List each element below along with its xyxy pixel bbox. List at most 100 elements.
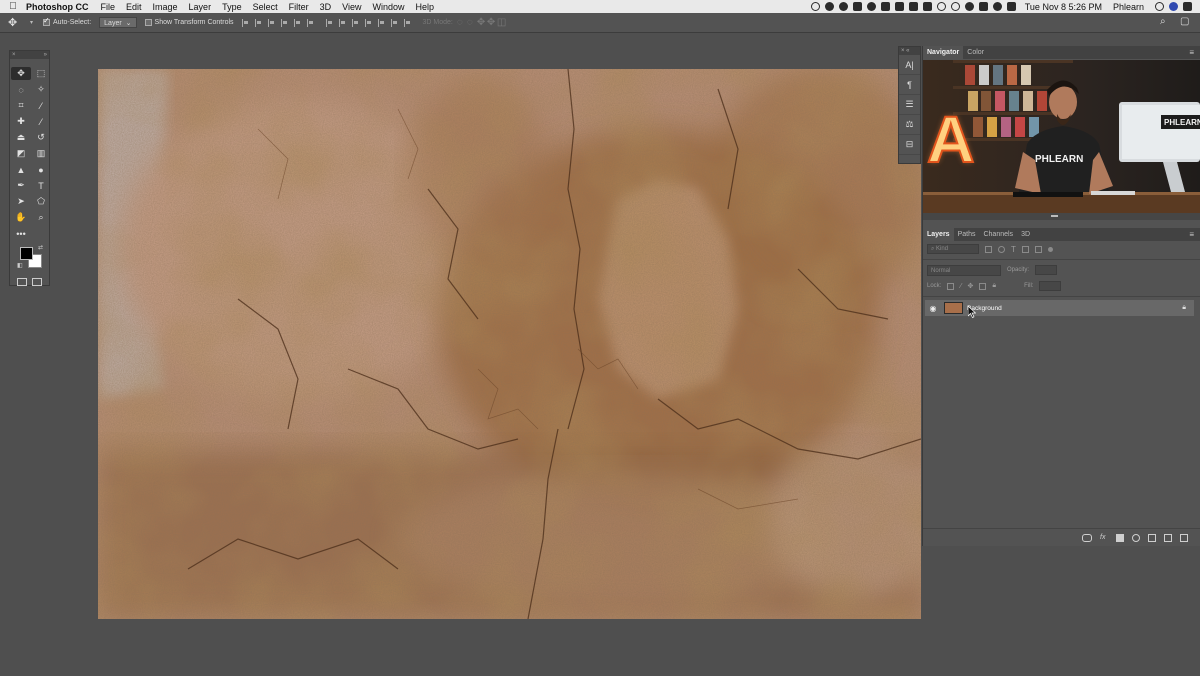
magic-wand-tool-icon[interactable]: ✧	[31, 83, 51, 96]
pen-tool-icon[interactable]: ✒	[11, 179, 31, 192]
layer-style-icon[interactable]: fx	[1100, 534, 1108, 542]
search-icon[interactable]: ⌕	[1160, 17, 1170, 27]
dropbox-icon[interactable]	[852, 2, 862, 11]
layer-lock-icon[interactable]: 🔒︎	[1182, 304, 1186, 312]
new-group-icon[interactable]	[1148, 533, 1156, 542]
crop-tool-icon[interactable]: ⌗	[11, 99, 31, 112]
battery-icon[interactable]	[1006, 2, 1016, 11]
distribute-left-icon[interactable]	[364, 18, 372, 27]
fill-field[interactable]	[1039, 281, 1062, 291]
type-tool-icon[interactable]: T	[31, 179, 51, 192]
hand-tool-icon[interactable]: ✋	[11, 211, 31, 224]
navigator-preview[interactable]: A A PHLEARN PHLEARN	[923, 60, 1200, 220]
auto-select-option[interactable]: Auto-Select:	[43, 16, 91, 26]
tools-panel-header[interactable]: ×»	[10, 51, 49, 59]
siri-icon[interactable]	[1169, 2, 1178, 11]
history-brush-tool-icon[interactable]: ↺	[31, 131, 51, 144]
hangouts-icon[interactable]	[838, 2, 848, 11]
menu-file[interactable]: File	[101, 2, 116, 12]
distribute-hcenter-icon[interactable]	[377, 18, 385, 27]
quick-mask-icon[interactable]	[16, 278, 27, 286]
lock-position-icon[interactable]: ✥	[968, 282, 974, 290]
lock-all-icon[interactable]: 🔒︎	[992, 282, 996, 290]
chevron-down-icon[interactable]: ▾	[30, 19, 33, 26]
align-left-icon[interactable]	[280, 18, 288, 27]
panel-menu-icon[interactable]: ≡	[1189, 48, 1194, 57]
record-icon[interactable]	[810, 2, 820, 11]
app-status-icon[interactable]	[894, 2, 904, 11]
screen-mode-icon[interactable]	[32, 278, 43, 286]
clock[interactable]: Tue Nov 8 5:26 PM	[1025, 2, 1102, 12]
align-vcenter-icon[interactable]	[254, 18, 262, 27]
tab-channels[interactable]: Channels	[979, 228, 1017, 241]
menu-type[interactable]: Type	[222, 2, 242, 12]
menu-3d[interactable]: 3D	[320, 2, 332, 12]
filter-shape-icon[interactable]	[1021, 245, 1029, 253]
new-layer-icon[interactable]	[1164, 533, 1172, 542]
brush-tool-icon[interactable]: ⁄	[31, 115, 51, 128]
lasso-tool-icon[interactable]: ◌	[11, 83, 31, 96]
align-top-icon[interactable]	[241, 18, 249, 27]
bluetooth-icon[interactable]	[908, 2, 918, 11]
creative-cloud-icon[interactable]	[824, 2, 834, 11]
filter-smart-object-icon[interactable]	[1034, 245, 1042, 253]
menu-filter[interactable]: Filter	[289, 2, 309, 12]
healing-brush-tool-icon[interactable]: ✚	[11, 115, 31, 128]
layer-row-background[interactable]: ◉ Background 🔒︎	[925, 300, 1194, 316]
filter-adjustment-icon[interactable]	[998, 245, 1005, 253]
lock-artboard-icon[interactable]	[979, 282, 987, 290]
auto-align-icon[interactable]	[403, 18, 411, 27]
menu-layer[interactable]: Layer	[189, 2, 212, 12]
visibility-eye-icon[interactable]: ◉	[925, 304, 941, 313]
menu-view[interactable]: View	[342, 2, 361, 12]
tab-color[interactable]: Color	[963, 46, 988, 59]
marquee-tool-icon[interactable]: ⬚	[31, 67, 51, 80]
adjustment-layer-icon[interactable]	[1132, 533, 1140, 542]
spotlight-search-icon[interactable]	[1155, 2, 1164, 11]
filter-toggle-icon[interactable]	[1047, 246, 1053, 252]
menu-edit[interactable]: Edit	[126, 2, 142, 12]
close-icon[interactable]: ×	[12, 51, 16, 59]
blend-mode-dropdown[interactable]: Normal	[927, 264, 1001, 276]
clone-stamp-tool-icon[interactable]: ⏏	[11, 131, 31, 144]
align-bottom-icon[interactable]	[267, 18, 275, 27]
eyedropper-tool-icon[interactable]: ⁄	[31, 99, 51, 112]
app-menu[interactable]: Photoshop CC	[26, 2, 89, 12]
wifi-icon[interactable]	[964, 2, 974, 11]
move-tool-icon[interactable]: ✥	[11, 67, 31, 80]
delete-layer-icon[interactable]	[1180, 533, 1188, 542]
evernote-icon[interactable]	[866, 2, 876, 11]
align-right-icon[interactable]	[306, 18, 314, 27]
auto-select-checkbox[interactable]	[43, 16, 51, 26]
tab-paths[interactable]: Paths	[954, 228, 980, 241]
document-canvas[interactable]	[98, 69, 921, 619]
distribute-bottom-icon[interactable]	[351, 18, 359, 27]
add-mask-icon[interactable]	[1116, 533, 1124, 542]
gradient-tool-icon[interactable]: ▥	[31, 147, 51, 160]
apple-icon[interactable]: 	[0, 1, 26, 12]
tab-layers[interactable]: Layers	[923, 228, 954, 241]
drag-3d-icon[interactable]: ✥	[477, 17, 487, 28]
lock-transparent-icon[interactable]	[947, 282, 955, 290]
paragraph-panel-icon[interactable]: ¶	[899, 75, 920, 95]
filter-type-icon[interactable]: T	[1011, 245, 1016, 254]
workspace-icon[interactable]: ▢	[1180, 17, 1190, 27]
airplay-icon[interactable]	[978, 2, 988, 11]
auto-select-target-dropdown[interactable]: Layer ⌄	[99, 17, 137, 28]
menu-window[interactable]: Window	[372, 2, 404, 12]
sync-icon[interactable]	[950, 2, 960, 11]
time-machine-icon[interactable]	[936, 2, 946, 11]
character-panel-icon[interactable]: A|	[899, 55, 920, 75]
dodge-tool-icon[interactable]: ●	[31, 163, 51, 176]
default-colors-icon[interactable]: ◧	[17, 262, 23, 269]
drive-icon[interactable]	[880, 2, 890, 11]
panel-menu-icon[interactable]: ≡	[1189, 230, 1194, 239]
shape-tool-icon[interactable]: ⬠	[31, 195, 51, 208]
link-layers-icon[interactable]	[1082, 533, 1092, 542]
transform-controls-checkbox[interactable]	[144, 19, 152, 26]
distribute-right-icon[interactable]	[390, 18, 398, 27]
layer-thumbnail[interactable]	[944, 302, 963, 314]
foreground-color-swatch[interactable]	[20, 247, 33, 260]
properties-panel-icon[interactable]: ☰	[899, 95, 920, 115]
tab-3d[interactable]: 3D	[1017, 228, 1034, 241]
